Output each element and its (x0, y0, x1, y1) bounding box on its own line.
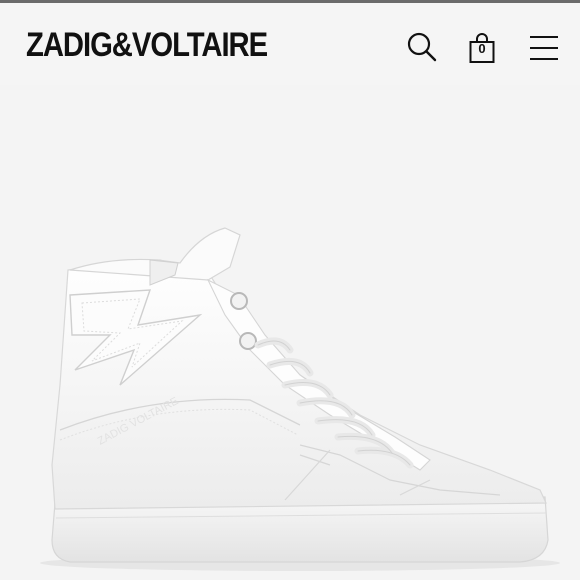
menu-button[interactable] (527, 31, 561, 65)
product-image[interactable]: ZADIG VOLTAIRE (0, 85, 580, 580)
search-button[interactable] (405, 31, 439, 65)
shopping-bag-button[interactable]: 0 (465, 32, 499, 66)
bag-count-badge: 0 (478, 41, 486, 56)
hamburger-menu-icon (530, 36, 558, 60)
product-image-area: ZADIG VOLTAIRE (0, 85, 580, 580)
brand-logo[interactable]: ZADIG&VOLTAIRE (26, 25, 268, 65)
search-icon (407, 32, 437, 62)
site-header: ZADIG&VOLTAIRE 0 (0, 3, 580, 85)
